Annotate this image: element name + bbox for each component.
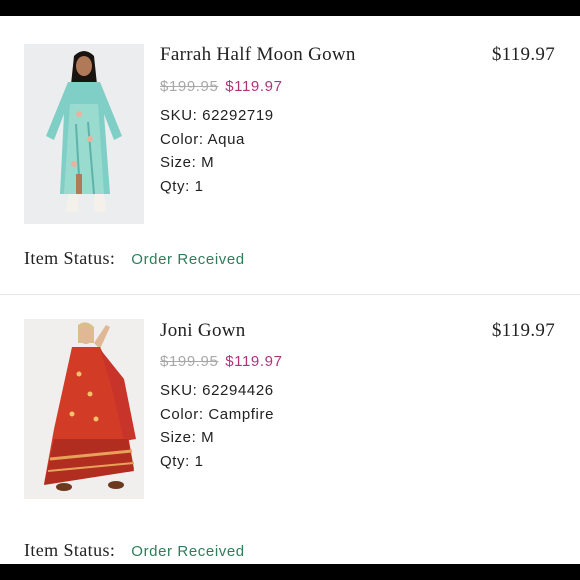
- item-status: Item Status: Order Received: [24, 540, 245, 561]
- product-details: SKU: 62292719 Color: Aqua Size: M Qty: 1: [160, 104, 274, 198]
- item-status: Item Status: Order Received: [24, 248, 245, 269]
- product-name[interactable]: Joni Gown: [160, 320, 246, 342]
- original-price: $199.95: [160, 353, 219, 370]
- sale-price: $119.97: [225, 78, 283, 95]
- price-row: $199.95 $119.97: [160, 353, 283, 370]
- order-item: Joni Gown $119.97 $199.95 $119.97 SKU: 6…: [0, 295, 580, 564]
- color-text: Color: Campfire: [160, 405, 275, 423]
- size-text: Size: M: [160, 154, 215, 172]
- order-items-panel: Farrah Half Moon Gown $119.97 $199.95 $1…: [0, 16, 580, 564]
- sku-text: SKU: 62292719: [160, 107, 274, 124]
- item-status-label: Item Status:: [24, 248, 116, 268]
- item-status-value: Order Received: [131, 251, 245, 268]
- sale-price: $119.97: [225, 353, 283, 370]
- color-text: Color: Aqua: [160, 130, 245, 148]
- qty-text: Qty: 1: [160, 177, 204, 195]
- item-status-value: Order Received: [131, 543, 245, 560]
- qty-text: Qty: 1: [160, 452, 204, 470]
- line-total: $119.97: [491, 320, 555, 341]
- product-name[interactable]: Farrah Half Moon Gown: [160, 44, 356, 66]
- price-row: $199.95 $119.97: [160, 78, 283, 95]
- line-total: $119.97: [491, 44, 555, 65]
- sku-text: SKU: 62294426: [160, 382, 274, 399]
- original-price: $199.95: [160, 78, 219, 95]
- item-status-label: Item Status:: [24, 540, 116, 560]
- product-details: SKU: 62294426 Color: Campfire Size: M Qt…: [160, 379, 274, 473]
- size-text: Size: M: [160, 429, 215, 447]
- product-image[interactable]: [24, 319, 144, 499]
- product-image[interactable]: [24, 44, 144, 224]
- order-item: Farrah Half Moon Gown $119.97 $199.95 $1…: [0, 16, 580, 294]
